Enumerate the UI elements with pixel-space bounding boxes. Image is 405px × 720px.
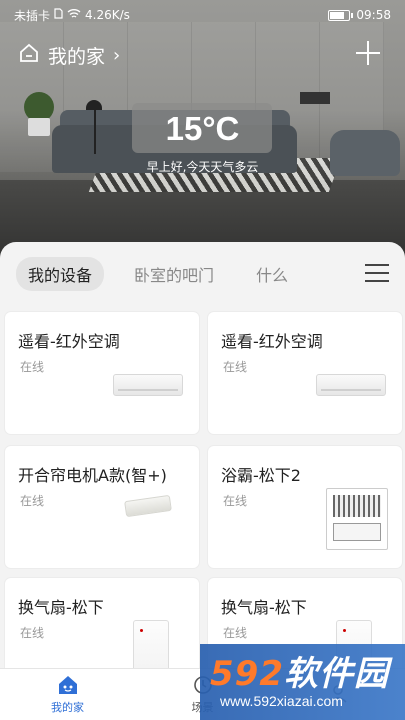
device-status: 在线 [223,494,248,508]
watermark-url: www.592xiazai.com [220,693,343,709]
air-conditioner-icon [113,374,183,396]
chevron-right-icon: › [113,44,121,66]
watermark-text: 软件园 [283,654,389,694]
carrier-text: 未插卡 [14,8,51,23]
room-tabs: 我的设备 卧室的吧门 什么 [16,257,300,291]
status-bar: 未插卡 4.26K/s 09:58 [0,0,405,30]
lamp-head [86,100,102,110]
bath-heater-icon [326,488,388,550]
nav-label: 我的家 [51,701,84,714]
device-panel: 我的设备 卧室的吧门 什么 遥看-红外空调 在线 遥看-红外空调 在线 开合帘电… [0,242,405,672]
device-card[interactable]: 开合帘电机A款(智+) 在线 [5,446,199,568]
clock: 09:58 [356,8,391,22]
device-status: 在线 [223,360,248,374]
shelf [300,92,330,104]
ventilation-fan-icon [133,620,169,672]
weather-greeting: 早上好,今天天气多云 [146,160,259,174]
home-selector[interactable]: 我的家 › [18,38,120,72]
device-status: 在线 [20,626,45,640]
tab-bedroom[interactable]: 卧室的吧门 [122,257,226,291]
device-name: 遥看-红外空调 [221,332,323,351]
device-name: 浴霸-松下2 [221,466,301,485]
net-speed: 4.26K/s [85,8,130,22]
temperature: 15°C [165,110,240,147]
hamburger-icon [365,264,389,266]
device-name: 换气扇-松下 [18,598,104,617]
watermark-brand: 592软件园 [210,646,389,695]
device-status: 在线 [20,494,45,508]
device-name: 换气扇-松下 [221,598,307,617]
home-icon [57,674,79,696]
home-icon [18,42,40,69]
add-button[interactable] [353,38,383,68]
hamburger-line [365,272,389,274]
watermark-number: 592 [210,654,284,694]
device-name: 开合帘电机A款(智+) [18,466,167,485]
device-card[interactable]: 浴霸-松下2 在线 [208,446,402,568]
wifi-icon [67,8,81,22]
device-status: 在线 [223,626,248,640]
device-card[interactable]: 换气扇-松下 在线 [5,578,199,672]
device-card[interactable]: 遥看-红外空调 在线 [208,312,402,434]
sim-icon [54,8,63,22]
hamburger-line [365,280,389,282]
device-card[interactable]: 遥看-红外空调 在线 [5,312,199,434]
home-name: 我的家 [48,45,106,68]
battery-icon [328,9,354,21]
tab-other[interactable]: 什么 [244,257,300,291]
menu-button[interactable] [365,264,389,282]
curtain-motor-icon [124,494,172,518]
device-status: 在线 [20,360,45,374]
tab-my-devices[interactable]: 我的设备 [16,257,105,291]
watermark: 592软件园 www.592xiazai.com [200,644,405,720]
device-name: 遥看-红外空调 [18,332,120,351]
air-conditioner-icon [316,374,386,396]
nav-my-home[interactable]: 我的家 [0,669,135,720]
